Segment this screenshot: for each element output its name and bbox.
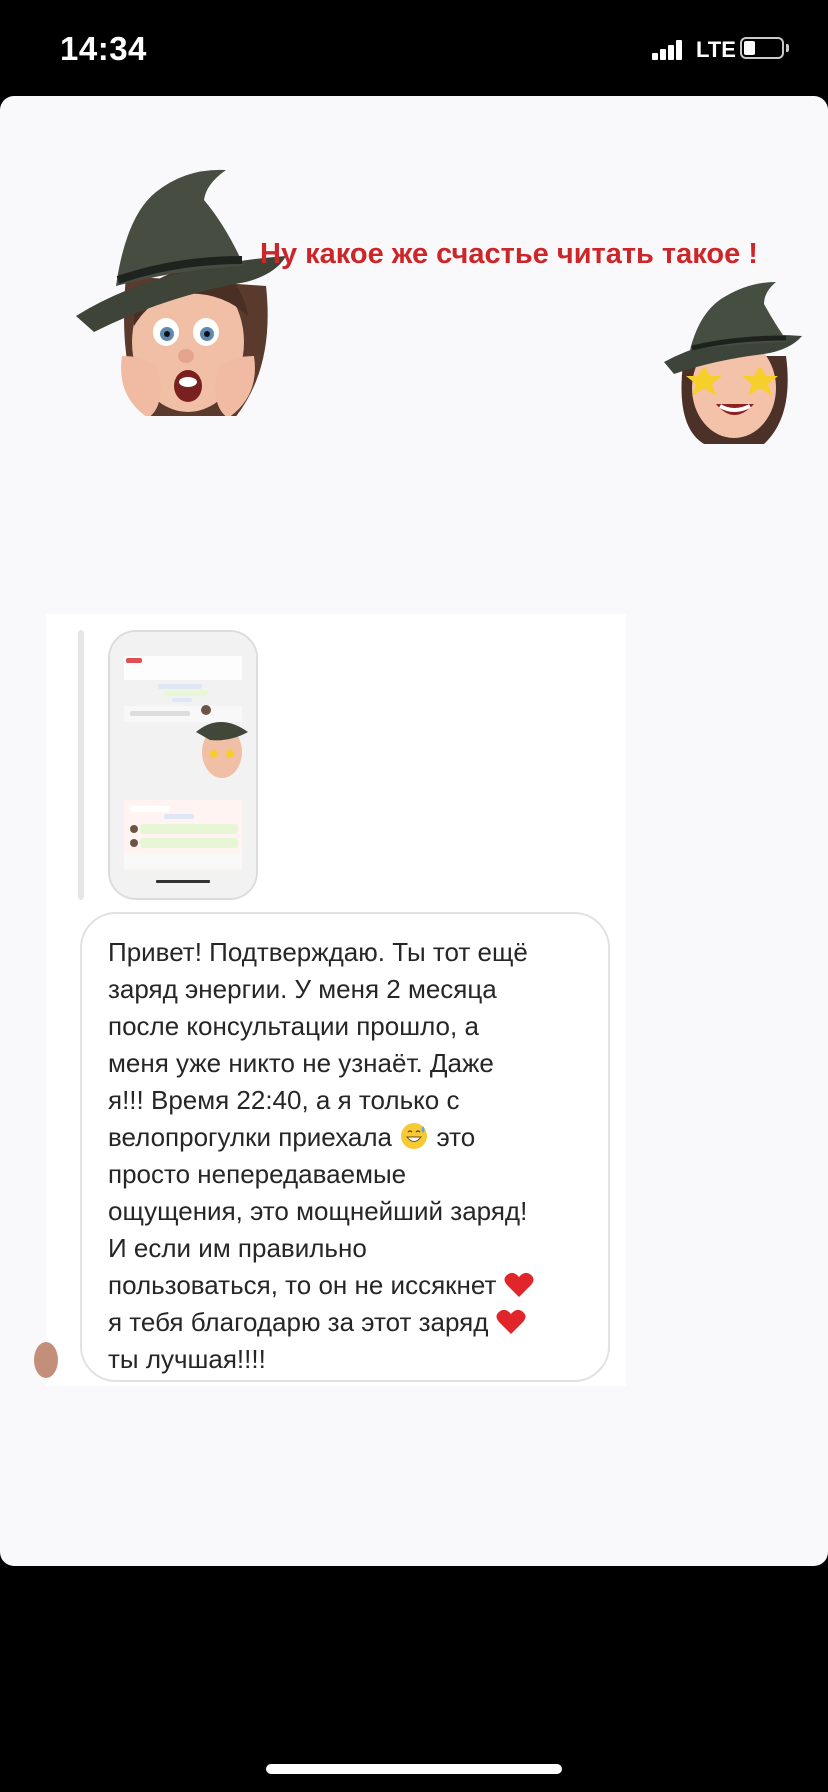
- message-line: после консультации прошло, а: [108, 1011, 479, 1041]
- battery-icon: [740, 37, 784, 59]
- message-line: пользоваться, то он не иссякнет: [108, 1267, 578, 1304]
- message-line: велопрогулки приехала это: [108, 1119, 578, 1156]
- story-preview-image: [110, 632, 256, 898]
- message-line-part: велопрогулки приехала: [108, 1122, 392, 1152]
- message-bubble[interactable]: Привет! Подтверждаю. Ты тот ещё заряд эн…: [80, 912, 610, 1382]
- message-line-part: я тебя благодарю за этот заряд: [108, 1307, 489, 1337]
- message-line: ты лучшая!!!!: [108, 1344, 266, 1374]
- message-line-part: пользоваться, то он не иссякнет: [108, 1270, 497, 1300]
- message-text: Привет! Подтверждаю. Ты тот ещё заряд эн…: [108, 934, 578, 1378]
- message-line: я!!! Время 22:40, а я только с: [108, 1085, 460, 1115]
- signal-strength-icon: [652, 40, 684, 60]
- status-bar: 14:34 LTE: [0, 0, 828, 96]
- message-line: заряд энергии. У меня 2 месяца: [108, 974, 497, 1004]
- battery-tip: [786, 44, 789, 52]
- witch-memoji-star-eyes-icon: [664, 282, 802, 444]
- reply-quote-bar: [78, 630, 84, 900]
- home-indicator[interactable]: [266, 1764, 562, 1774]
- red-heart-emoji-icon: [496, 1309, 526, 1334]
- red-heart-emoji-icon: [504, 1272, 534, 1297]
- network-type: LTE: [696, 37, 736, 62]
- story-headline: Ну какое же счастье читать такое !: [260, 238, 758, 270]
- message-line: я тебя благодарю за этот заряд: [108, 1304, 578, 1341]
- status-time: 14:34: [60, 30, 147, 67]
- message-line: И если им правильно: [108, 1233, 367, 1263]
- witch-memoji-surprised-icon: [76, 169, 286, 416]
- replied-story-thumbnail[interactable]: [108, 630, 258, 900]
- message-line: просто непередаваемые: [108, 1159, 407, 1189]
- avatar: [34, 1342, 58, 1378]
- message-line: ощущения, это мощнейший заряд!: [108, 1196, 528, 1226]
- message-line: Привет! Подтверждаю. Ты тот ещё: [108, 937, 528, 967]
- message-line-part: это: [436, 1122, 476, 1152]
- dm-screenshot: Привет! Подтверждаю. Ты тот ещё заряд эн…: [34, 614, 626, 1386]
- grinning-sweat-emoji-icon: [401, 1123, 428, 1149]
- story-card[interactable]: Ну какое же счастье читать такое ! Приве…: [0, 96, 828, 1566]
- message-line: меня уже никто не узнаёт. Даже: [108, 1048, 494, 1078]
